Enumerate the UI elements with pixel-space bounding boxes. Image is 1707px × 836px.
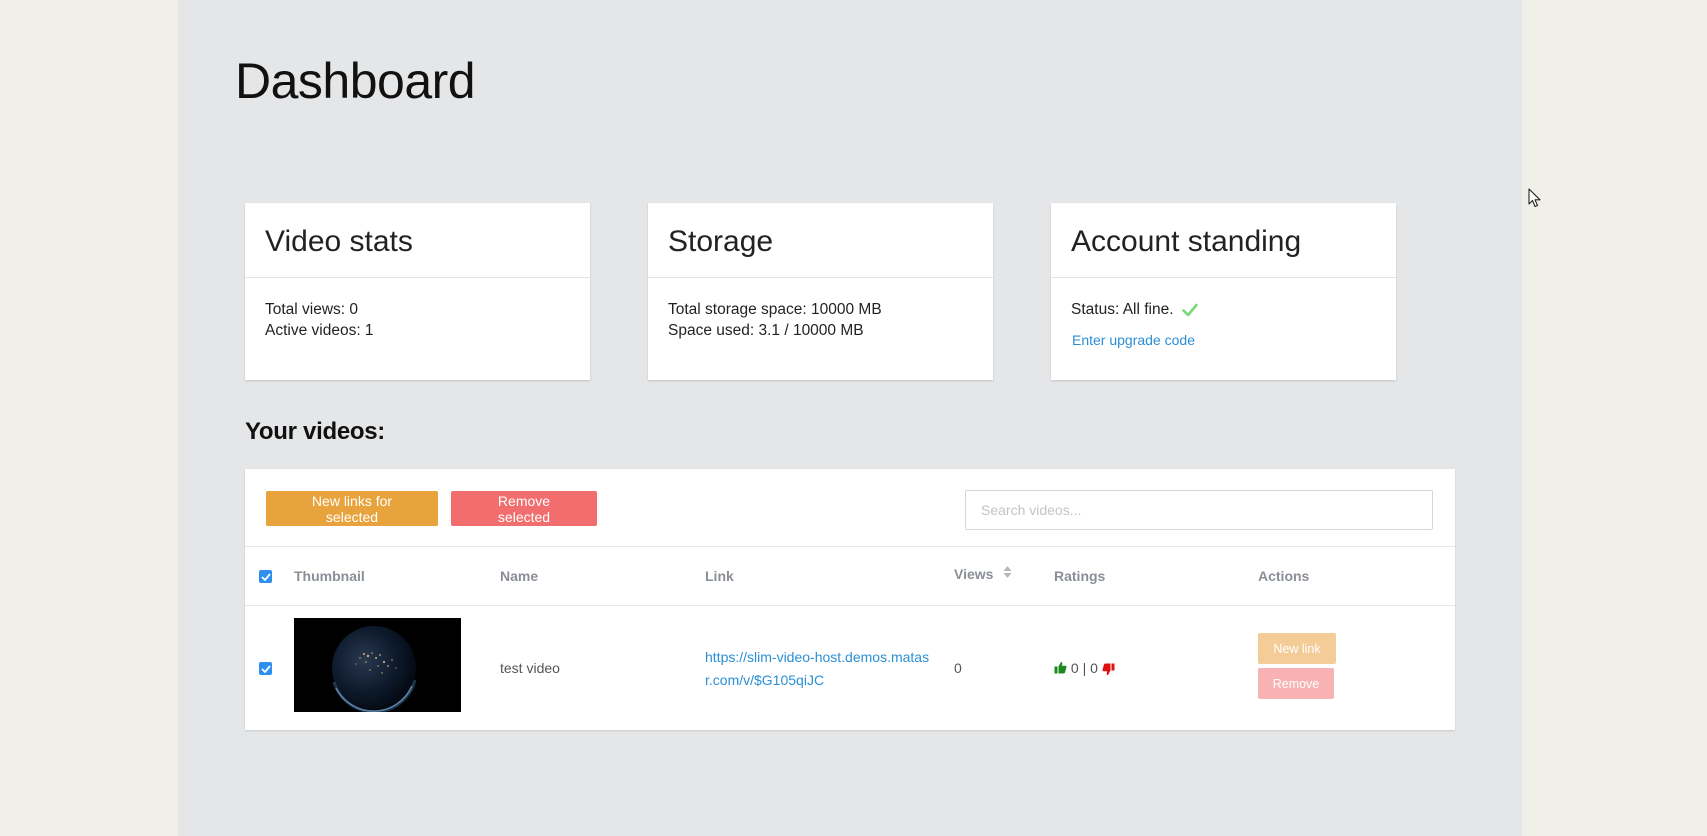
row-checkbox[interactable] xyxy=(259,662,272,675)
storage-card: Storage Total storage space: 10000 MB Sp… xyxy=(648,203,993,380)
earth-thumbnail-image xyxy=(294,618,461,712)
account-status-line: Status: All fine. xyxy=(1071,299,1376,323)
video-link[interactable]: https://slim-video-host.demos.matasr.com… xyxy=(705,646,935,692)
thumbs-up-icon xyxy=(1054,661,1067,674)
column-views: Views xyxy=(954,566,994,582)
active-videos-text: Active videos: 1 xyxy=(265,322,374,339)
ratings-text: 0 | 0 xyxy=(1070,660,1098,676)
column-ratings: Ratings xyxy=(1054,568,1106,584)
column-link: Link xyxy=(705,568,734,584)
space-used-text: Space used: 3.1 / 10000 MB xyxy=(668,322,864,339)
videos-panel: New links for selected Remove selected T… xyxy=(245,469,1455,730)
column-thumbnail: Thumbnail xyxy=(294,568,365,584)
video-ratings: 0 | 0 xyxy=(1054,660,1115,676)
search-videos-input[interactable] xyxy=(965,490,1433,530)
sort-icon[interactable] xyxy=(1003,545,1012,603)
page-title: Dashboard xyxy=(235,53,476,109)
table-row: test video https://slim-video-host.demos… xyxy=(245,606,1455,730)
card-title: Account standing xyxy=(1051,203,1396,278)
new-links-for-selected-button[interactable]: New links for selected xyxy=(266,491,438,526)
video-thumbnail[interactable] xyxy=(294,618,461,712)
total-views-text: Total views: 0 xyxy=(265,301,359,318)
check-icon xyxy=(1182,302,1198,323)
remove-selected-button[interactable]: Remove selected xyxy=(451,491,597,526)
page-container: Dashboard Video stats Total views: 0 Act… xyxy=(178,0,1522,836)
video-views: 0 xyxy=(954,660,962,676)
checkmark-icon xyxy=(260,664,271,673)
new-link-button[interactable]: New link xyxy=(1258,633,1336,664)
checkmark-icon xyxy=(260,572,271,581)
videos-section-title: Your videos: xyxy=(245,418,385,445)
video-stats-card: Video stats Total views: 0 Active videos… xyxy=(245,203,590,380)
card-title: Storage xyxy=(648,203,993,278)
mouse-cursor-icon xyxy=(1528,188,1542,213)
table-header: Thumbnail Name Link Views Ratings Action… xyxy=(245,547,1455,606)
account-status-text: Status: All fine. xyxy=(1071,301,1174,318)
account-standing-card: Account standing Status: All fine. Enter… xyxy=(1051,203,1396,380)
thumbs-down-icon xyxy=(1102,663,1115,676)
column-views-header[interactable]: Views xyxy=(954,545,1012,603)
remove-button[interactable]: Remove xyxy=(1258,668,1334,699)
card-title: Video stats xyxy=(245,203,590,278)
column-actions: Actions xyxy=(1258,568,1310,584)
videos-toolbar: New links for selected Remove selected xyxy=(245,469,1455,547)
column-name: Name xyxy=(500,568,539,584)
total-storage-text: Total storage space: 10000 MB xyxy=(668,301,882,318)
upgrade-code-link[interactable]: Enter upgrade code xyxy=(1072,330,1195,351)
video-name: test video xyxy=(500,660,560,676)
select-all-checkbox[interactable] xyxy=(259,570,272,583)
